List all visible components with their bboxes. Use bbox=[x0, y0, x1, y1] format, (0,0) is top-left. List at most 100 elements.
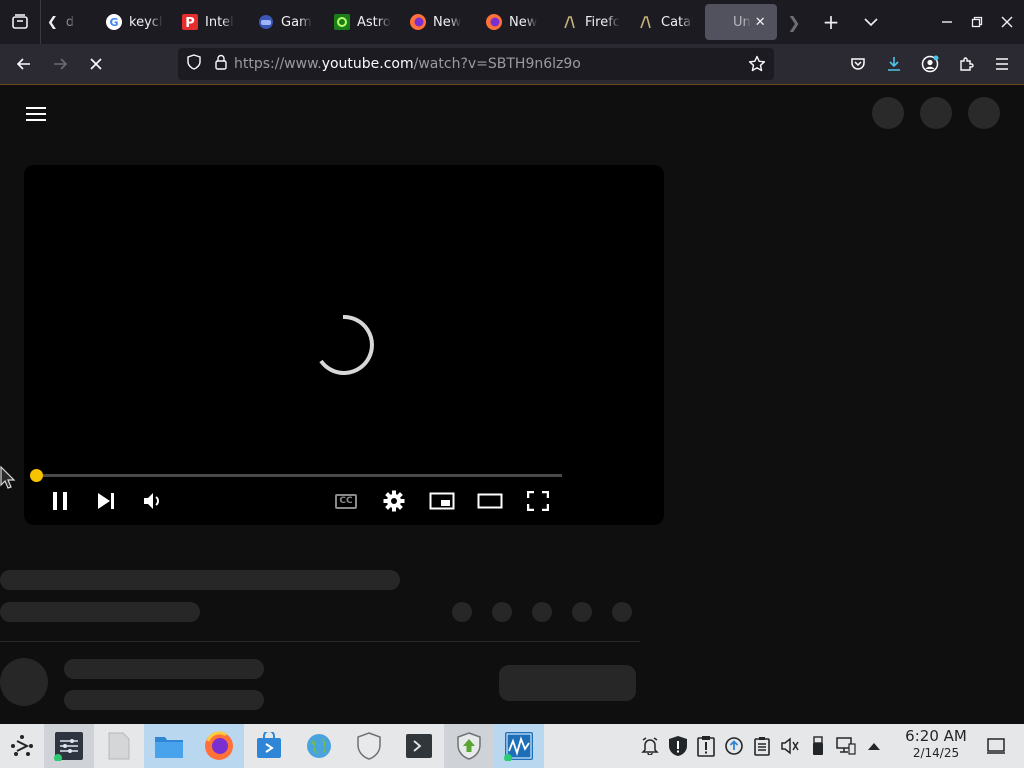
tab-label: Gam bbox=[281, 14, 312, 30]
subscribe-skeleton bbox=[499, 665, 636, 701]
title-skeleton bbox=[0, 570, 400, 590]
subscribers-skeleton bbox=[64, 690, 264, 710]
tab-1[interactable]: ❮ d bbox=[41, 4, 85, 40]
downloads-button[interactable] bbox=[876, 48, 912, 80]
subtitle-skeleton bbox=[0, 602, 200, 622]
update-shield-icon bbox=[457, 732, 481, 760]
pocket-button[interactable] bbox=[840, 48, 876, 80]
astro-icon bbox=[333, 13, 351, 31]
tab-7[interactable]: New bbox=[479, 4, 555, 40]
tab-3[interactable]: P Intel bbox=[175, 4, 251, 40]
tray-clipboard[interactable] bbox=[692, 724, 720, 768]
taskbar: 6:20 AM 2/14/25 bbox=[0, 724, 1024, 768]
tab-8[interactable]: Firefc bbox=[555, 4, 631, 40]
shield-icon bbox=[357, 732, 381, 760]
captions-button[interactable]: CC bbox=[334, 487, 358, 515]
task-browser-globe[interactable] bbox=[294, 724, 344, 768]
tray-expand-button[interactable] bbox=[860, 724, 888, 768]
tracking-protection-icon[interactable] bbox=[186, 54, 202, 74]
mouse-cursor-icon bbox=[0, 466, 16, 489]
task-file-viewer[interactable] bbox=[94, 724, 144, 768]
progress-bar[interactable] bbox=[36, 474, 562, 477]
video-player[interactable]: CC bbox=[24, 165, 664, 525]
loading-spinner-icon bbox=[319, 314, 374, 375]
new-tab-button[interactable]: + bbox=[811, 0, 851, 44]
tab-5[interactable]: Astro bbox=[327, 4, 403, 40]
restore-icon bbox=[971, 16, 983, 28]
tray-notifications[interactable] bbox=[636, 724, 664, 768]
url-text[interactable]: https://www.youtube.com/watch?v=SBTH9n6l… bbox=[234, 56, 581, 72]
captions-icon: CC bbox=[335, 493, 357, 509]
task-store[interactable] bbox=[244, 724, 294, 768]
task-updater[interactable] bbox=[444, 724, 494, 768]
task-file-manager[interactable] bbox=[144, 724, 194, 768]
pause-button[interactable] bbox=[48, 487, 72, 515]
tab-9[interactable]: Catal bbox=[631, 4, 699, 40]
settings-button[interactable] bbox=[382, 487, 406, 515]
forward-button[interactable] bbox=[42, 48, 78, 80]
tray-clipboard-history[interactable] bbox=[748, 724, 776, 768]
tray-network[interactable] bbox=[832, 724, 860, 768]
minimize-button[interactable] bbox=[932, 0, 962, 44]
close-tab-icon[interactable]: ✕ bbox=[755, 15, 766, 30]
tab-2[interactable]: G keycl bbox=[99, 4, 175, 40]
tray-security[interactable] bbox=[664, 724, 692, 768]
app-launcher-button[interactable] bbox=[0, 724, 44, 768]
next-button[interactable] bbox=[94, 487, 118, 515]
action-skeleton bbox=[612, 602, 632, 622]
url-prefix: https://www. bbox=[234, 56, 322, 72]
tab-6[interactable]: New bbox=[403, 4, 479, 40]
restore-button[interactable] bbox=[962, 0, 992, 44]
all-tabs-button[interactable] bbox=[0, 0, 40, 44]
fullscreen-icon bbox=[527, 491, 549, 511]
app-menu-button[interactable] bbox=[984, 48, 1020, 80]
miniplayer-button[interactable] bbox=[428, 487, 456, 515]
show-desktop-button[interactable] bbox=[986, 737, 1006, 759]
close-window-button[interactable] bbox=[992, 0, 1022, 44]
google-icon: G bbox=[105, 13, 123, 31]
extensions-button[interactable] bbox=[948, 48, 984, 80]
task-system-settings[interactable] bbox=[44, 724, 94, 768]
document-icon bbox=[108, 732, 130, 760]
account-icon bbox=[921, 55, 939, 73]
scroll-right-button[interactable]: ❯ bbox=[777, 0, 811, 44]
tray-updates[interactable] bbox=[720, 724, 748, 768]
task-firefox[interactable] bbox=[194, 724, 244, 768]
stop-loading-icon bbox=[90, 58, 102, 70]
volume-icon bbox=[144, 493, 159, 509]
globe-icon bbox=[307, 734, 331, 758]
mute-button[interactable] bbox=[140, 487, 166, 515]
clock-time: 6:20 AM bbox=[905, 727, 967, 745]
tab-label: Un bbox=[733, 14, 751, 30]
tab-label: New bbox=[509, 14, 538, 30]
close-icon bbox=[1001, 16, 1013, 28]
task-terminal[interactable] bbox=[394, 724, 444, 768]
alarm-bell-icon bbox=[641, 737, 659, 755]
tab-label: keycl bbox=[129, 14, 163, 30]
settings-sliders-icon bbox=[54, 732, 83, 761]
address-bar[interactable]: https://www.youtube.com/watch?v=SBTH9n6l… bbox=[178, 48, 774, 80]
lock-icon[interactable] bbox=[214, 54, 228, 74]
theater-mode-button[interactable] bbox=[476, 487, 504, 515]
account-button[interactable] bbox=[912, 48, 948, 80]
tab-4[interactable]: Gam bbox=[251, 4, 327, 40]
avatar-skeleton bbox=[0, 658, 48, 706]
tab-active[interactable]: Un ✕ bbox=[705, 4, 777, 40]
task-security[interactable] bbox=[344, 724, 394, 768]
tray-usb[interactable] bbox=[804, 724, 832, 768]
fullscreen-button[interactable] bbox=[526, 487, 550, 515]
url-path: /watch?v=SBTH9n6lz9o bbox=[413, 56, 581, 72]
scrubber-handle[interactable] bbox=[30, 469, 43, 482]
list-tabs-button[interactable] bbox=[851, 0, 891, 44]
tray-volume[interactable] bbox=[776, 724, 804, 768]
action-skeleton bbox=[492, 602, 512, 622]
back-button[interactable] bbox=[6, 48, 42, 80]
clock-date: 2/14/25 bbox=[912, 746, 960, 760]
digital-clock[interactable]: 6:20 AM 2/14/25 bbox=[900, 726, 972, 760]
chevron-right-icon: ❯ bbox=[787, 12, 801, 32]
terminal-icon bbox=[406, 734, 432, 758]
bookmark-star-icon[interactable] bbox=[748, 55, 766, 77]
stop-button[interactable] bbox=[78, 48, 114, 80]
task-system-monitor[interactable] bbox=[494, 724, 544, 768]
guide-menu-icon[interactable] bbox=[24, 103, 48, 127]
